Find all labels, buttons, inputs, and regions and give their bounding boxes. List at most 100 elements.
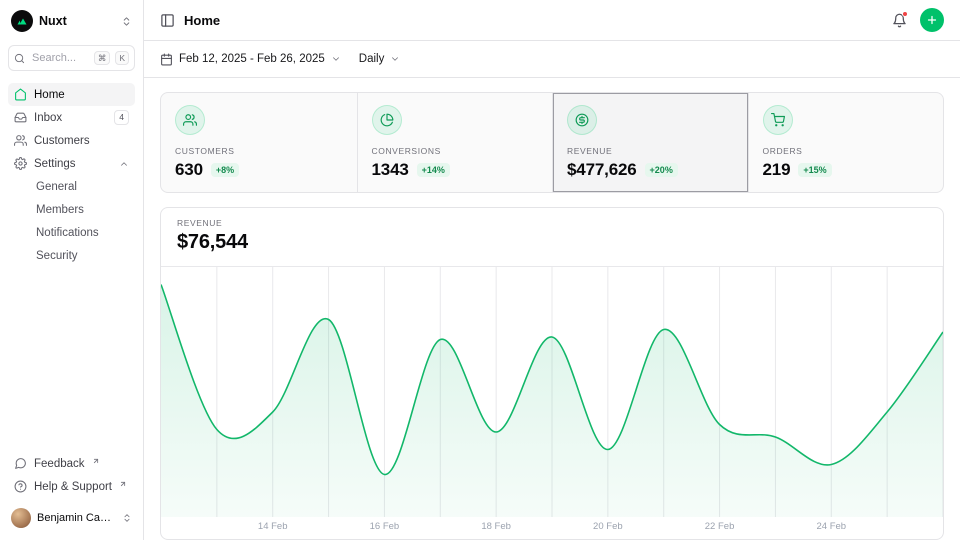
- help-support-label: Help & Support: [34, 481, 112, 493]
- user-menu[interactable]: Benjamin Canac: [8, 504, 135, 532]
- sidebar-item-security[interactable]: Security: [8, 244, 135, 267]
- chevrons-up-down-icon: [121, 16, 132, 27]
- external-link-icon: [119, 480, 127, 488]
- x-axis-label: 18 Feb: [481, 521, 511, 532]
- inbox-icon: [14, 111, 27, 124]
- gear-icon: [14, 157, 27, 170]
- workspace-selector[interactable]: Nuxt: [8, 8, 135, 34]
- stat-delta-badge: +20%: [645, 163, 678, 178]
- stat-label: CUSTOMERS: [175, 146, 343, 156]
- stat-delta-badge: +15%: [798, 163, 831, 178]
- sidebar-item-notifications[interactable]: Notifications: [8, 221, 135, 244]
- sidebar-footer: Feedback Help & Support Benjamin Canac: [8, 452, 135, 532]
- notification-dot: [902, 11, 908, 17]
- x-axis-label: 24 Feb: [816, 521, 846, 532]
- stat-label: CONVERSIONS: [372, 146, 539, 156]
- sidebar-item-home[interactable]: Home: [8, 83, 135, 106]
- stat-value: 1343: [372, 160, 409, 180]
- feedback-label: Feedback: [34, 458, 85, 470]
- sidebar-item-label: Members: [36, 204, 84, 216]
- sidebar-item-label: Customers: [34, 135, 90, 147]
- stat-card-orders[interactable]: ORDERS 219 +15%: [748, 93, 944, 192]
- header-actions: [892, 8, 944, 32]
- dashboard-content: CUSTOMERS 630 +8% CONVERSIONS 1343 +14%: [144, 78, 960, 540]
- chevron-down-icon: [390, 54, 400, 64]
- x-axis-label: 16 Feb: [370, 521, 400, 532]
- date-range-picker[interactable]: Feb 12, 2025 - Feb 26, 2025: [160, 53, 341, 66]
- users-icon: [175, 105, 205, 135]
- stats-grid: CUSTOMERS 630 +8% CONVERSIONS 1343 +14%: [160, 92, 944, 193]
- search-icon: [14, 53, 25, 64]
- filter-toolbar: Feb 12, 2025 - Feb 26, 2025 Daily: [144, 41, 960, 78]
- panel-left-icon: [160, 13, 175, 28]
- sidebar-item-label: Security: [36, 250, 78, 262]
- date-range-value: Feb 12, 2025 - Feb 26, 2025: [179, 53, 325, 65]
- notifications-button[interactable]: [892, 13, 907, 28]
- stat-value: $477,626: [567, 160, 637, 180]
- workspace-name: Nuxt: [39, 14, 67, 28]
- sidebar-item-label: Settings: [34, 158, 76, 170]
- granularity-select[interactable]: Daily: [359, 53, 401, 65]
- stat-card-conversions[interactable]: CONVERSIONS 1343 +14%: [357, 93, 553, 192]
- inbox-count-badge: 4: [114, 110, 129, 125]
- sidebar-item-label: General: [36, 181, 77, 193]
- kbd-meta: ⌘: [94, 51, 111, 66]
- settings-submenu: General Members Notifications Security: [8, 175, 135, 267]
- users-icon: [14, 134, 27, 147]
- revenue-chart-plot: [161, 267, 943, 517]
- revenue-chart-header: REVENUE $76,544: [161, 208, 943, 267]
- calendar-icon: [160, 53, 173, 66]
- sidebar-item-label: Home: [34, 89, 65, 101]
- feedback-link[interactable]: Feedback: [8, 452, 135, 475]
- user-name: Benjamin Canac: [37, 512, 116, 524]
- page-title: Home: [184, 13, 220, 28]
- sidebar-item-customers[interactable]: Customers: [8, 129, 135, 152]
- app-window: Nuxt ⌘ K Home Inbox 4 Customers: [0, 0, 960, 540]
- chevron-down-icon: [331, 54, 341, 64]
- help-support-link[interactable]: Help & Support: [8, 475, 135, 498]
- cart-icon: [763, 105, 793, 135]
- chart-pie-icon: [372, 105, 402, 135]
- sidebar: Nuxt ⌘ K Home Inbox 4 Customers: [0, 0, 144, 540]
- sidebar-item-settings[interactable]: Settings: [8, 152, 135, 175]
- search-input[interactable]: [30, 51, 89, 65]
- sidebar-nav: Home Inbox 4 Customers Settings General …: [8, 83, 135, 267]
- search-box[interactable]: ⌘ K: [8, 45, 135, 71]
- page-header: Home: [144, 0, 960, 41]
- sidebar-item-label: Notifications: [36, 227, 99, 239]
- kbd-k: K: [115, 51, 129, 66]
- sidebar-toggle-button[interactable]: [160, 13, 175, 28]
- granularity-value: Daily: [359, 53, 385, 65]
- stat-delta-badge: +8%: [211, 163, 239, 178]
- stat-value: 630: [175, 160, 203, 180]
- sidebar-item-label: Inbox: [34, 112, 62, 124]
- sidebar-item-general[interactable]: General: [8, 175, 135, 198]
- help-circle-icon: [14, 480, 27, 493]
- sidebar-item-inbox[interactable]: Inbox 4: [8, 106, 135, 129]
- chart-metric-value: $76,544: [177, 231, 927, 254]
- stat-label: REVENUE: [567, 146, 734, 156]
- stat-card-customers[interactable]: CUSTOMERS 630 +8%: [161, 93, 357, 192]
- x-axis-label: 14 Feb: [258, 521, 288, 532]
- external-link-icon: [92, 457, 100, 465]
- home-icon: [14, 88, 27, 101]
- stat-label: ORDERS: [763, 146, 930, 156]
- stat-value: 219: [763, 160, 791, 180]
- chevrons-up-down-icon: [122, 513, 132, 523]
- nuxt-logo-icon: [11, 10, 33, 32]
- message-icon: [14, 457, 27, 470]
- stat-delta-badge: +14%: [417, 163, 450, 178]
- revenue-chart-svg: [161, 267, 943, 517]
- stat-card-revenue[interactable]: REVENUE $477,626 +20%: [552, 93, 748, 192]
- add-button[interactable]: [920, 8, 944, 32]
- x-axis-label: 22 Feb: [705, 521, 735, 532]
- main-panel: Home Feb 12, 2025 - Feb 26, 2025 Daily: [144, 0, 960, 540]
- x-axis-labels: 14 Feb 16 Feb 18 Feb 20 Feb 22 Feb 24 Feb: [161, 517, 943, 539]
- avatar: [11, 508, 31, 528]
- sidebar-item-members[interactable]: Members: [8, 198, 135, 221]
- chevron-up-icon: [119, 159, 129, 169]
- x-axis-label: 20 Feb: [593, 521, 623, 532]
- plus-icon: [926, 14, 938, 26]
- revenue-chart-card: REVENUE $76,544 14 Feb 16 Feb 18 Feb 20 Feb…: [160, 207, 944, 540]
- circle-dollar-icon: [567, 105, 597, 135]
